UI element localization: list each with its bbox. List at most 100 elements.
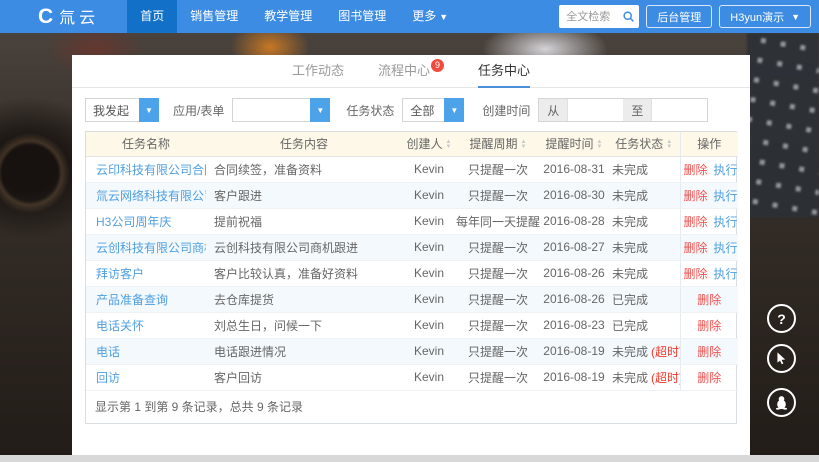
- execute-link[interactable]: 执行: [714, 241, 738, 255]
- tab-task-center[interactable]: 任务中心: [478, 55, 531, 88]
- creator-cell: Kevin: [402, 182, 456, 209]
- to-label: 至: [623, 99, 653, 121]
- task-name-link[interactable]: 云创科技有限公司商机跟进: [96, 241, 206, 255]
- task-status-select[interactable]: 全部 ▼: [402, 98, 465, 122]
- sort-icon[interactable]: ▲ ▼: [666, 139, 672, 150]
- task-status-cell: 未完成: [608, 156, 680, 183]
- cursor-icon: [777, 352, 786, 365]
- column-header[interactable]: 任务状态 ▲ ▼: [608, 132, 680, 157]
- delete-link[interactable]: 删除: [697, 293, 721, 307]
- task-name-link[interactable]: 拜访客户: [96, 267, 144, 281]
- task-status-label: 任务状态: [346, 103, 395, 118]
- question-mark-icon: ?: [777, 310, 786, 327]
- nav-item-sales[interactable]: 销售管理: [177, 0, 251, 33]
- remind-cycle-cell: 只提醒一次: [456, 364, 540, 391]
- tab-work-feed[interactable]: 工作动态: [292, 55, 344, 88]
- app-form-label: 应用/表单: [173, 103, 225, 118]
- execute-link[interactable]: 执行: [714, 189, 738, 203]
- execute-link[interactable]: 执行: [714, 215, 738, 229]
- delete-link[interactable]: 删除: [684, 163, 708, 177]
- search-icon[interactable]: [622, 10, 635, 28]
- remind-cycle-cell: 只提醒一次: [456, 260, 540, 287]
- creator-cell: Kevin: [402, 338, 456, 365]
- column-header[interactable]: 提醒周期 ▲ ▼: [456, 132, 540, 157]
- task-name-link[interactable]: 云印科技有限公司合同到期: [96, 163, 206, 177]
- sort-icon[interactable]: ▲ ▼: [446, 139, 452, 150]
- column-header[interactable]: 创建人 ▲ ▼: [402, 132, 456, 157]
- created-from-input[interactable]: [568, 99, 624, 121]
- task-content-cell: 云创科技有限公司商机跟进: [206, 234, 402, 261]
- created-to-input[interactable]: [652, 99, 708, 121]
- app-window: C 氚云 首页 销售管理 教学管理 图书管理 更多▼ 后台管理 H3yun演示 …: [0, 0, 819, 462]
- overdue-flag: (超时): [651, 344, 680, 359]
- remind-time-cell: 2016-08-19: [540, 338, 608, 365]
- nav-item-books[interactable]: 图书管理: [325, 0, 399, 33]
- nav-item-more-label: 更多: [412, 9, 437, 23]
- task-name-cell: 云印科技有限公司合同到期: [86, 156, 206, 183]
- overdue-flag: (超时): [651, 370, 680, 385]
- actions-cell: 删除: [679, 312, 738, 339]
- execute-link[interactable]: 执行: [714, 267, 738, 281]
- delete-link[interactable]: 删除: [684, 241, 708, 255]
- remind-time-cell: 2016-08-30: [540, 182, 608, 209]
- task-content-cell: 提前祝福: [206, 208, 402, 235]
- status-text: 未完成: [612, 162, 649, 177]
- delete-link[interactable]: 删除: [684, 267, 708, 281]
- created-time-range: 从 至: [538, 98, 709, 122]
- task-status-cell: 未完成 (超时): [608, 338, 680, 365]
- feedback-button[interactable]: [767, 344, 796, 373]
- sort-icon[interactable]: ▲ ▼: [521, 139, 527, 150]
- delete-link[interactable]: 删除: [697, 371, 721, 385]
- status-text: 未完成: [612, 188, 649, 203]
- tab-process-center[interactable]: 流程中心 9: [378, 55, 444, 88]
- task-name-cell: H3公司周年庆: [86, 208, 206, 235]
- remind-cycle-cell: 只提醒一次: [456, 338, 540, 365]
- admin-console-button[interactable]: 后台管理: [646, 5, 713, 28]
- app-form-select[interactable]: ▼: [232, 98, 331, 122]
- originator-select-value: 我发起: [93, 103, 130, 118]
- task-status-cell: 未完成: [608, 208, 680, 235]
- top-navbar: C 氚云 首页 销售管理 教学管理 图书管理 更多▼ 后台管理 H3yun演示 …: [0, 0, 819, 33]
- delete-link[interactable]: 删除: [697, 319, 721, 333]
- delete-link[interactable]: 删除: [697, 345, 721, 359]
- navbar-right-tools: 后台管理 H3yun演示 ▼: [559, 5, 811, 28]
- table-row: 云创科技有限公司商机跟进云创科技有限公司商机跟进Kevin只提醒一次2016-0…: [86, 234, 738, 261]
- task-name-link[interactable]: H3公司周年庆: [96, 215, 171, 229]
- task-name-link[interactable]: 电话关怀: [96, 319, 144, 333]
- column-label: 任务内容: [279, 137, 328, 152]
- column-header[interactable]: 提醒时间 ▲ ▼: [540, 132, 608, 157]
- originator-select[interactable]: 我发起 ▼: [85, 98, 159, 122]
- execute-link[interactable]: 执行: [714, 163, 738, 177]
- task-name-link[interactable]: 电话: [96, 345, 120, 359]
- app-logo[interactable]: C 氚云: [38, 0, 99, 33]
- sort-icon[interactable]: ▲ ▼: [597, 139, 603, 150]
- task-name-cell: 电话关怀: [86, 312, 206, 339]
- table-header-row: 任务名称 任务内容 创建人 ▲ ▼ 提醒周期 ▲ ▼ 提醒时间 ▲ ▼ 任务状态 ▲ ▼ 操作: [86, 132, 738, 157]
- task-content-cell: 客户跟进: [206, 182, 402, 209]
- creator-cell: Kevin: [402, 234, 456, 261]
- nav-item-teaching[interactable]: 教学管理: [251, 0, 325, 33]
- nav-item-home[interactable]: 首页: [127, 0, 178, 33]
- task-name-cell: 氚云网络科技有限公司跟进: [86, 182, 206, 209]
- task-name-cell: 拜访客户: [86, 260, 206, 287]
- task-name-link[interactable]: 回访: [96, 371, 120, 385]
- logo-text: 氚云: [59, 10, 100, 27]
- delete-link[interactable]: 删除: [684, 189, 708, 203]
- task-name-link[interactable]: 氚云网络科技有限公司跟进: [96, 189, 206, 203]
- nav-item-more[interactable]: 更多 ▼: [399, 0, 461, 33]
- qq-contact-button[interactable]: [767, 388, 796, 417]
- table-row: 氚云网络科技有限公司跟进客户跟进Kevin只提醒一次2016-08-30 未完成 删…: [86, 182, 738, 209]
- task-name-link[interactable]: 产品准备查询: [96, 293, 168, 307]
- task-content-cell: 客户比较认真，准备好资料: [206, 260, 402, 287]
- chevron-down-icon: ▼: [439, 12, 449, 22]
- chevron-down-icon: ▼: [139, 98, 159, 122]
- column-header: 操作: [679, 132, 738, 157]
- user-name-label: H3yun演示: [730, 11, 785, 24]
- status-text: 未完成: [612, 266, 649, 281]
- status-text: 未完成: [612, 344, 649, 359]
- delete-link[interactable]: 删除: [684, 215, 708, 229]
- help-button[interactable]: ?: [767, 304, 796, 333]
- user-menu-button[interactable]: H3yun演示 ▼: [719, 5, 811, 28]
- tab-process-center-label: 流程中心: [377, 63, 430, 78]
- content-card: 工作动态 流程中心 9 任务中心 我发起 ▼ 应用/表单 ▼ 任务状态 全部 ▼ …: [72, 55, 750, 455]
